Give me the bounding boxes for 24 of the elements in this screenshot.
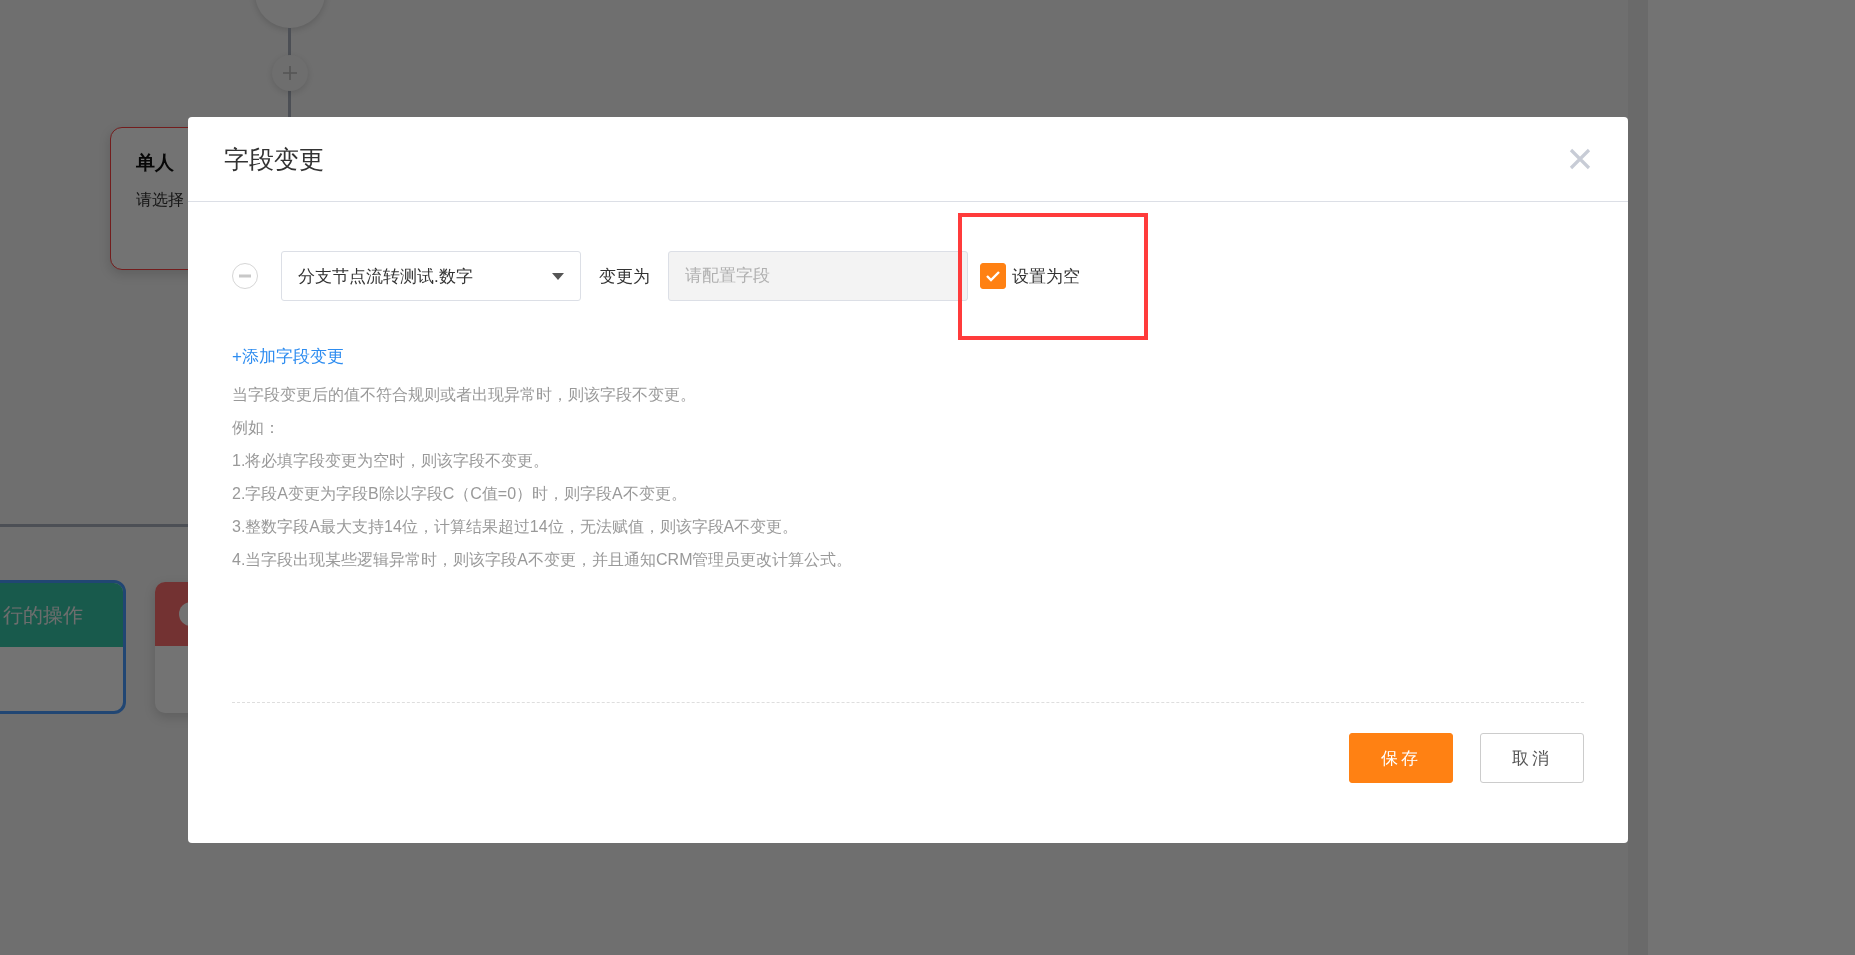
card-title: 行的操作 — [3, 602, 83, 628]
close-icon — [1569, 148, 1591, 170]
field-select[interactable]: 分支节点流转测试.数字 — [281, 251, 581, 301]
card-title: 单人 — [136, 151, 174, 175]
cancel-button[interactable]: 取消 — [1480, 733, 1584, 783]
field-label: 变更为 — [599, 265, 650, 288]
note-text: 例如： — [232, 418, 281, 438]
checkbox-label: 设置为空 — [1012, 265, 1080, 288]
check-icon — [985, 270, 1001, 282]
caret-icon — [552, 272, 564, 280]
note-text: 2.字段A变更为字段B除以字段C（C值=0）时，则字段A不变更。 — [232, 484, 688, 504]
minus-icon — [239, 274, 251, 278]
note-text: 当字段变更后的值不符合规则或者出现异常时，则该字段不变更。 — [232, 385, 697, 405]
remove-button[interactable] — [232, 263, 258, 289]
plus-icon — [283, 66, 297, 80]
save-button[interactable]: 保存 — [1349, 733, 1453, 783]
add-link[interactable]: +添加字段变更 — [232, 345, 344, 368]
dialog-title: 字段变更 — [224, 143, 324, 175]
close-button[interactable] — [1568, 147, 1592, 171]
checkbox[interactable] — [980, 263, 1006, 289]
card-text: 请选择 — [136, 190, 184, 210]
note-text: 4.当字段出现某些逻辑异常时，则该字段A不变更，并且通知CRM管理员更改计算公式。 — [232, 550, 854, 570]
note-text: 1.将必填字段变更为空时，则该字段不变更。 — [232, 451, 551, 471]
note-text: 3.整数字段A最大支持14位，计算结果超过14位，无法赋值，则该字段A不变更。 — [232, 517, 800, 537]
